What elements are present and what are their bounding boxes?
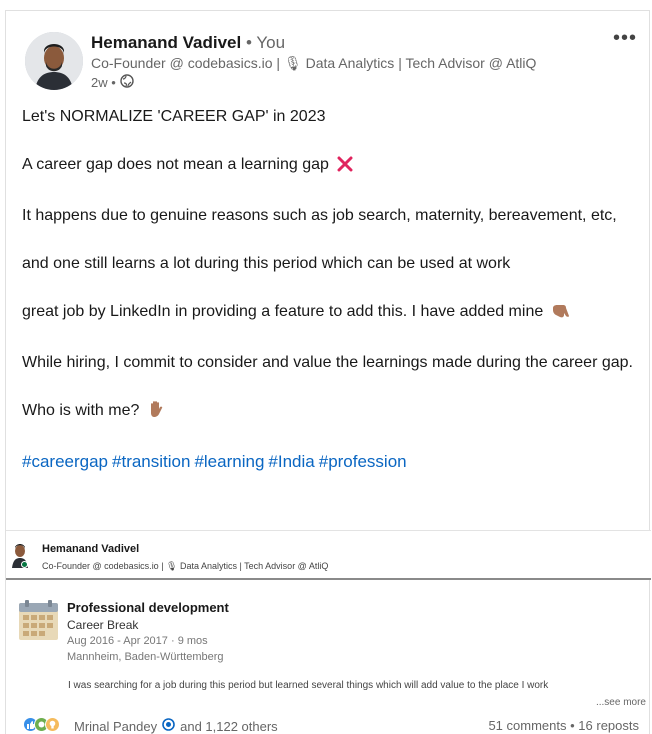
shared-profile-update[interactable]: Hemanand Vadivel Co-Founder @ codebasics… [6,530,651,708]
post-paragraph: A career gap does not mean a learning ga… [22,153,642,180]
post-commentary: Let's NORMALIZE 'CAREER GAP' in 2023 A c… [22,105,642,474]
hashtag-list: #careergap #transition #learning #India #pro… [22,450,642,474]
experience-subtitle: Career Break [67,618,139,632]
shared-update-header: Hemanand Vadivel Co-Founder @ codebasics… [6,530,651,580]
post-time: 2w • [91,75,116,90]
verified-badge-icon [162,718,175,734]
author-avatar[interactable] [25,32,83,90]
cross-mark-icon [337,156,353,180]
more-options-button[interactable]: ••• [613,27,637,50]
author-name-text: Hemanand Vadivel [91,33,242,52]
hashtag-link[interactable]: #India [268,452,314,471]
comments-count-link[interactable]: 51 comments [488,718,566,733]
post-paragraph: great job by LinkedIn in providing a fea… [22,300,642,327]
hashtag-link[interactable]: #learning [194,452,264,471]
feed-post-card: Hemanand Vadivel • You Co-Founder @ code… [5,10,651,734]
hashtag-link[interactable]: #profession [319,452,407,471]
post-paragraph-text: A career gap does not mean a learning ga… [22,156,329,173]
experience-location: Mannheim, Baden-Württemberg [67,651,224,663]
hashtag-link[interactable]: #careergap [22,452,108,471]
count-separator: • [570,718,575,733]
reactor-summary[interactable]: Mrinal Pandey and 1,122 others [74,718,278,734]
comment-repost-counts: 51 comments • 16 reposts [488,718,639,733]
reaction-count: and 1,122 others [180,718,278,734]
experience-title: Professional development [67,600,229,615]
raised-hand-icon [148,400,164,426]
reaction-icons[interactable] [23,717,60,732]
see-more-link[interactable]: ...see more [596,697,646,708]
globe-icon [120,74,134,91]
pointing-down-hand-icon [552,303,570,327]
reactor-name: Mrinal Pandey [74,718,158,734]
social-counts-bar: Mrinal Pandey and 1,122 others 51 commen… [6,715,651,734]
calendar-icon [19,600,58,640]
post-paragraph-text: Who is with me? [22,402,140,419]
post-paragraph-text: great job by LinkedIn in providing a fea… [22,303,544,320]
post-paragraph: While hiring, I commit to consider and v… [22,354,633,371]
author-name[interactable]: Hemanand Vadivel • You [91,33,285,53]
online-status-dot [21,561,28,568]
you-badge: • You [245,33,286,52]
experience-dates: Aug 2016 - Apr 2017 · 9 mos [67,635,208,647]
post-paragraph: It happens due to genuine reasons such a… [22,207,617,224]
hashtag-link[interactable]: #transition [112,452,190,471]
post-paragraph: Who is with me? [22,399,642,426]
author-headline: Co-Founder @ codebasics.io | 🎙 Data Anal… [91,55,537,71]
reposts-count-link[interactable]: 16 reposts [578,718,639,733]
post-paragraph: Let's NORMALIZE 'CAREER GAP' in 2023 [22,108,326,125]
post-paragraph: and one still learns a lot during this p… [22,255,511,272]
experience-description: I was searching for a job during this pe… [68,680,549,691]
post-timestamp: 2w • [91,74,134,91]
shared-author-headline: Co-Founder @ codebasics.io | 🎙 Data Anal… [42,561,329,571]
insightful-reaction-icon [45,717,60,732]
shared-author-name[interactable]: Hemanand Vadivel [42,543,139,555]
